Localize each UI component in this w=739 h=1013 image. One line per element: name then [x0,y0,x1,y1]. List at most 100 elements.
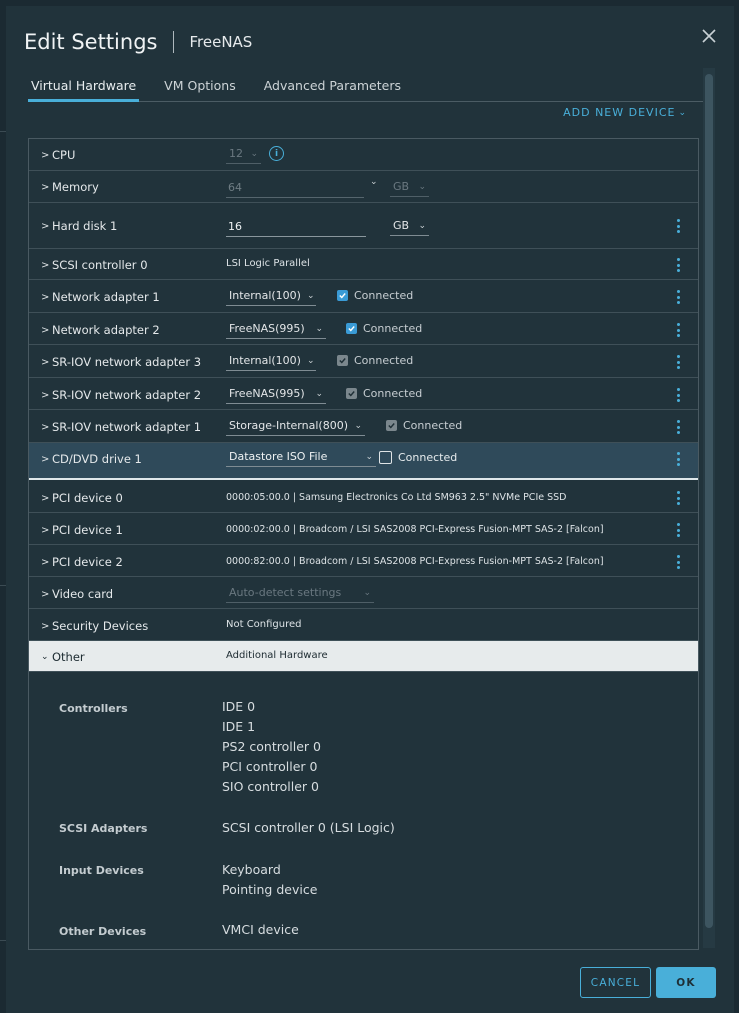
scsi-adapters-label: SCSI Adapters [59,822,148,835]
row-pci-0-toggle[interactable]: > PCI device 0 [41,491,123,505]
connected-checkbox[interactable]: Connected [346,322,422,335]
row-sriov-1-toggle[interactable]: > SR-IOV network adapter 1 [41,420,201,434]
input-devices-list: Keyboard Pointing device [222,860,317,900]
select-value: Auto-detect settings [229,586,342,599]
row-scsi-toggle[interactable]: > SCSI controller 0 [41,258,148,272]
check-icon [337,290,348,301]
row-pci-2-toggle[interactable]: > PCI device 2 [41,555,123,569]
chevron-down-icon: ⌄ [418,181,426,192]
connected-checkbox[interactable]: Connected [386,419,462,432]
hard-disk-size-input[interactable]: 16 [226,220,366,237]
hard-disk-unit-select[interactable]: GB ⌄ [390,219,429,236]
more-icon[interactable] [673,323,683,337]
tab-vm-options[interactable]: VM Options [161,72,239,100]
row-sriov-3-toggle[interactable]: > SR-IOV network adapter 3 [41,355,201,369]
more-icon[interactable] [673,258,683,272]
network-select[interactable]: Storage-Internal(800) ⌄ [226,419,365,436]
controllers-label: Controllers [59,702,128,715]
chevron-down-icon: ⌄ [365,451,373,462]
input-devices-label: Input Devices [59,864,144,877]
more-icon[interactable] [673,355,683,369]
row-cd-dvd-toggle[interactable]: > CD/DVD drive 1 [41,452,142,466]
network-select[interactable]: FreeNAS(995) ⌄ [226,322,326,339]
chevron-right-icon: > [41,620,50,632]
row-pci-1-toggle[interactable]: > PCI device 1 [41,523,123,537]
close-icon[interactable] [700,27,718,45]
more-icon[interactable] [673,523,683,537]
checkbox-label: Connected [354,354,414,367]
dialog-title: Edit Settings [24,30,158,54]
checkbox-label: Connected [363,387,423,400]
select-value: FreeNAS(995) [229,322,305,335]
scrollbar-thumb[interactable] [705,74,713,928]
more-icon[interactable] [673,388,683,402]
add-new-device-button[interactable]: ADD NEW DEVICE ⌄ [563,106,687,119]
list-item: Keyboard [222,862,281,877]
more-icon[interactable] [673,219,683,233]
add-new-device-label: ADD NEW DEVICE [563,106,676,119]
row-label: CD/DVD drive 1 [52,452,142,466]
info-icon[interactable]: i [269,146,284,161]
network-select[interactable]: FreeNAS(995) ⌄ [226,387,326,404]
other-details-panel: Controllers IDE 0 IDE 1 PS2 controller 0… [29,672,698,949]
more-icon[interactable] [673,420,683,434]
memory-input[interactable]: 64 [226,181,364,198]
chevron-right-icon: > [41,149,50,161]
more-icon[interactable] [673,290,683,304]
row-video-card-toggle[interactable]: > Video card [41,587,113,601]
memory-spinner[interactable]: ⌄ [367,177,383,190]
chevron-right-icon: > [41,356,50,368]
checkbox-label: Connected [363,322,423,335]
tab-virtual-hardware[interactable]: Virtual Hardware [28,72,140,102]
connected-checkbox[interactable]: Connected [337,354,413,367]
row-label: PCI device 0 [52,491,123,505]
cpu-count-select[interactable]: 12 ⌄ [226,147,261,164]
chevron-right-icon: > [41,492,50,504]
row-hard-disk-toggle[interactable]: > Hard disk 1 [41,219,117,233]
row-network-adapter-2-toggle[interactable]: > Network adapter 2 [41,323,160,337]
network-select[interactable]: Internal(100) ⌄ [226,354,316,371]
chevron-down-icon: ⌄ [418,220,426,231]
chevron-right-icon: > [41,259,50,271]
select-value: FreeNAS(995) [229,387,305,400]
checkbox-empty-icon [379,451,392,464]
row-pci-device-1: > PCI device 1 0000:02:00.0 | Broadcom / … [29,513,698,545]
row-hard-disk-1: > Hard disk 1 16 GB ⌄ [29,203,698,249]
row-cpu-toggle[interactable]: > CPU [41,148,75,162]
row-label: Other [52,650,85,664]
chevron-right-icon: > [41,291,50,303]
edit-settings-dialog: Edit Settings FreeNAS Virtual Hardware V… [6,6,734,1013]
video-card-select[interactable]: Auto-detect settings ⌄ [226,586,374,603]
memory-unit-select[interactable]: GB ⌄ [390,180,429,197]
list-item: PS2 controller 0 [222,739,321,754]
chevron-down-icon: ⌄ [370,177,378,187]
row-security-toggle[interactable]: > Security Devices [41,619,148,633]
network-select[interactable]: Internal(100) ⌄ [226,289,316,306]
more-icon[interactable] [673,555,683,569]
tab-advanced-parameters[interactable]: Advanced Parameters [261,72,404,100]
connected-checkbox[interactable]: Connected [337,289,413,302]
row-label: SR-IOV network adapter 2 [52,388,202,402]
ok-button[interactable]: OK [656,967,716,998]
more-icon[interactable] [673,452,683,466]
chevron-right-icon: > [41,220,50,232]
chevron-right-icon: > [41,524,50,536]
row-label: PCI device 2 [52,555,123,569]
chevron-down-icon: ⌄ [306,355,315,366]
connected-checkbox[interactable]: Connected [379,451,457,464]
row-sriov-2-toggle[interactable]: > SR-IOV network adapter 2 [41,388,201,402]
chevron-down-icon: ⌄ [250,148,258,159]
row-memory-toggle[interactable]: > Memory [41,180,99,194]
row-other: ⌄ Other Additional Hardware [29,641,698,672]
row-cd-dvd-drive-1: > CD/DVD drive 1 Datastore ISO File ⌄ Conn… [29,443,698,480]
row-video-card: > Video card Auto-detect settings ⌄ [29,577,698,609]
row-network-adapter-1-toggle[interactable]: > Network adapter 1 [41,290,160,304]
row-other-toggle[interactable]: ⌄ Other [41,650,85,664]
other-devices-label: Other Devices [59,925,147,938]
connected-checkbox[interactable]: Connected [346,387,422,400]
row-label: Hard disk 1 [52,219,118,233]
row-network-adapter-1: > Network adapter 1 Internal(100) ⌄ Connec… [29,280,698,313]
cancel-button[interactable]: CANCEL [580,967,651,998]
cd-dvd-media-select[interactable]: Datastore ISO File ⌄ [226,450,376,467]
more-icon[interactable] [673,491,683,505]
